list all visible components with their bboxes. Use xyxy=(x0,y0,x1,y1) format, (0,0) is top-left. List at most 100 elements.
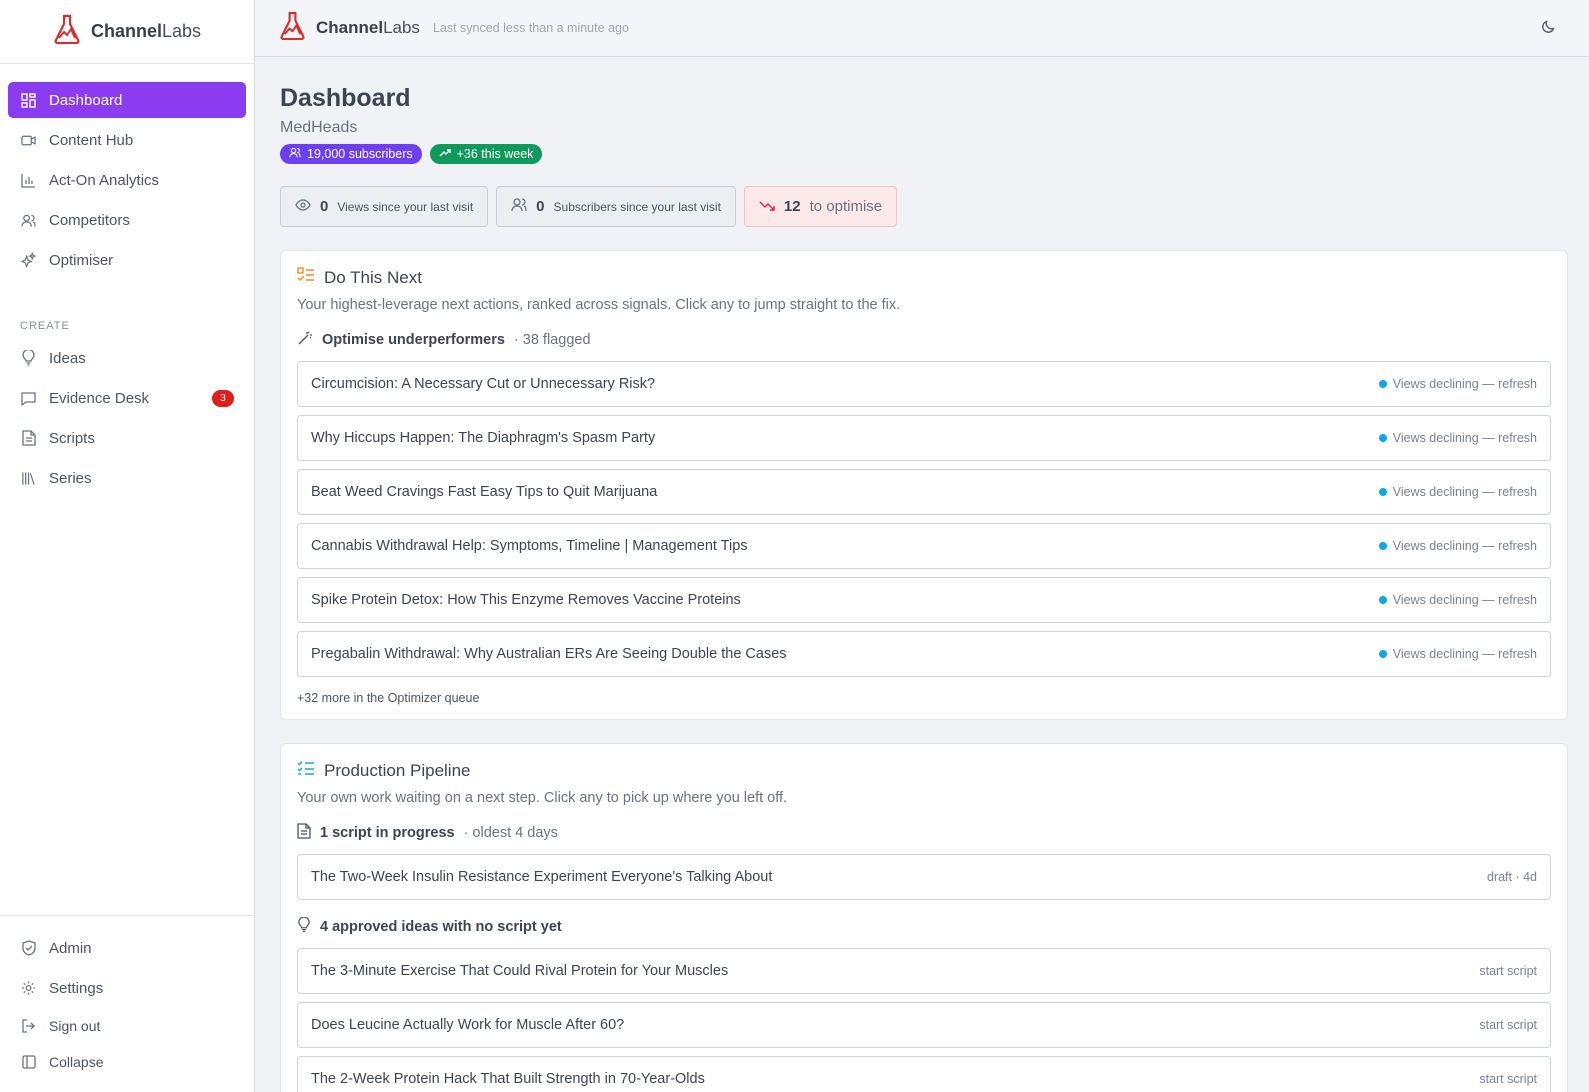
sidebar-item-label: Optimiser xyxy=(49,251,114,269)
production-pipeline-card: Production Pipeline Your own work waitin… xyxy=(280,743,1568,1092)
group-title: 4 approved ideas with no script yet xyxy=(320,919,562,935)
sparkles-icon xyxy=(21,252,36,268)
group-title: Optimise underperformers xyxy=(322,332,505,348)
do-this-next-card: Do This Next Your highest-leverage next … xyxy=(280,250,1568,720)
group-header: Optimise underperformers · 38 flagged xyxy=(297,330,1551,350)
list-item[interactable]: Beat Weed Cravings Fast Easy Tips to Qui… xyxy=(297,469,1551,515)
video-icon xyxy=(21,133,36,148)
status-dot xyxy=(1378,434,1387,442)
theme-toggle-moon-icon[interactable] xyxy=(1541,20,1555,39)
sidebar-item-settings[interactable]: Settings xyxy=(8,970,246,1006)
logo-icon xyxy=(279,11,306,45)
sidebar-item-label: Series xyxy=(49,469,92,487)
list-item[interactable]: Does Leucine Actually Work for Muscle Af… xyxy=(297,1002,1551,1048)
sidebar-item-series[interactable]: Series xyxy=(8,460,246,496)
group-title: 1 script in progress xyxy=(320,825,455,841)
sidebar-item-evidence-desk[interactable]: Evidence Desk 3 xyxy=(8,380,246,416)
status-dot xyxy=(1378,380,1387,388)
sidebar-item-label: Evidence Desk xyxy=(49,389,150,407)
file-text-icon xyxy=(297,823,311,843)
group-header: 4 approved ideas with no script yet xyxy=(297,916,1551,937)
topbar: ChannelLabs Last synced less than a minu… xyxy=(255,0,1589,57)
optimise-stat[interactable]: 12 to optimise xyxy=(743,186,898,227)
list-item[interactable]: Pregabalin Withdrawal: Why Australian ER… xyxy=(297,631,1551,677)
users-icon xyxy=(21,213,36,228)
script-list: The Two-Week Insulin Resistance Experime… xyxy=(297,854,1551,900)
card-header: Do This Next xyxy=(297,267,1551,288)
sidebar-item-act-on-analytics[interactable]: Act-On Analytics xyxy=(8,162,246,198)
subscribers-label: Subscribers since your last visit xyxy=(553,199,721,214)
subscribers-stat[interactable]: 0 Subscribers since your last visit xyxy=(496,186,736,227)
card-description: Your highest-leverage next actions, rank… xyxy=(297,297,901,313)
users-icon xyxy=(289,147,301,161)
users-icon xyxy=(511,197,527,217)
library-icon xyxy=(21,471,36,486)
stats-row: 0 Views since your last visit 0 Subscrib… xyxy=(280,186,1568,227)
growth-badge: +36 this week xyxy=(429,144,543,164)
card-header: Production Pipeline xyxy=(297,760,1551,781)
collapse-button[interactable]: Collapse xyxy=(8,1046,246,1078)
sidebar-item-content-hub[interactable]: Content Hub xyxy=(8,122,246,158)
sidebar-item-dashboard[interactable]: Dashboard xyxy=(8,82,246,118)
list-item[interactable]: The Two-Week Insulin Resistance Experime… xyxy=(297,854,1551,900)
bar-chart-icon xyxy=(21,173,36,188)
idea-list: The 3-Minute Exercise That Could Rival P… xyxy=(297,948,1551,1092)
main-content: Dashboard MedHeads 19,000 subscribers +3… xyxy=(280,57,1568,1092)
list-item[interactable]: Cannabis Withdrawal Help: Symptoms, Time… xyxy=(297,523,1551,569)
gear-icon xyxy=(21,981,36,996)
card-description: Your own work waiting on a next step. Cl… xyxy=(297,790,788,806)
sidebar-bottom: Admin Settings Sign out Collapse xyxy=(0,915,254,1092)
sign-out-button[interactable]: Sign out xyxy=(8,1010,246,1042)
sidebar-item-ideas[interactable]: Ideas xyxy=(8,340,246,376)
list-checks-icon xyxy=(297,760,315,781)
sidebar-item-label: Admin xyxy=(49,939,92,957)
sidebar-item-label: Act-On Analytics xyxy=(49,171,160,189)
underperformer-list: Circumcision: A Necessary Cut or Unneces… xyxy=(297,361,1551,677)
dashboard-icon xyxy=(21,92,36,108)
group-meta: · 38 flagged xyxy=(513,332,591,348)
list-item[interactable]: Circumcision: A Necessary Cut or Unneces… xyxy=(297,361,1551,407)
trending-down-icon xyxy=(759,198,775,216)
log-out-icon xyxy=(21,1019,36,1034)
sidebar-item-label: Competitors xyxy=(49,211,130,229)
sidebar-item-label: Scripts xyxy=(49,429,95,447)
optimise-label: to optimise xyxy=(809,198,883,215)
status-dot xyxy=(1378,488,1387,496)
list-item[interactable]: Spike Protein Detox: How This Enzyme Rem… xyxy=(297,577,1551,623)
channel-pills: 19,000 subscribers +36 this week xyxy=(280,144,1568,164)
views-label: Views since your last visit xyxy=(337,199,474,214)
views-stat[interactable]: 0 Views since your last visit xyxy=(280,186,489,227)
sign-out-label: Sign out xyxy=(49,1018,101,1034)
eye-icon xyxy=(295,198,311,216)
nav-section-create: CREATE xyxy=(20,320,70,332)
sidebar-item-label: Dashboard xyxy=(49,91,123,109)
list-item[interactable]: The 3-Minute Exercise That Could Rival P… xyxy=(297,948,1551,994)
sidebar-item-optimiser[interactable]: Optimiser xyxy=(8,242,246,278)
sidebar-item-admin[interactable]: Admin xyxy=(8,930,246,966)
wand-icon xyxy=(297,330,313,350)
subscribers-count: 0 xyxy=(536,198,545,215)
sidebar-brand[interactable]: ChannelLabs xyxy=(0,0,254,64)
group-meta: · oldest 4 days xyxy=(463,825,558,841)
sidebar: ChannelLabs Dashboard Content Hub Act-On… xyxy=(0,0,255,1092)
shield-check-icon xyxy=(21,940,36,956)
trending-up-icon xyxy=(439,147,451,161)
views-count: 0 xyxy=(320,198,329,215)
status-dot xyxy=(1378,596,1387,604)
optimizer-queue-link[interactable]: +32 more in the Optimizer queue xyxy=(297,691,1551,705)
sidebar-item-competitors[interactable]: Competitors xyxy=(8,202,246,238)
list-item[interactable]: Why Hiccups Happen: The Diaphragm's Spas… xyxy=(297,415,1551,461)
group-header: 1 script in progress · oldest 4 days xyxy=(297,823,1551,843)
subscribers-badge: 19,000 subscribers xyxy=(280,144,422,164)
list-item[interactable]: The 2-Week Protein Hack That Built Stren… xyxy=(297,1056,1551,1092)
page-title: Dashboard xyxy=(280,84,411,112)
channel-name: MedHeads xyxy=(280,119,358,136)
sidebar-item-scripts[interactable]: Scripts xyxy=(8,420,246,456)
sidebar-collapse-icon xyxy=(21,1055,36,1070)
sidebar-nav: Dashboard Content Hub Act-On Analytics C… xyxy=(0,64,254,496)
notification-badge: 3 xyxy=(212,390,234,407)
message-icon xyxy=(21,391,36,406)
brand-name: ChannelLabs xyxy=(90,21,202,41)
sync-status: Last synced less than a minute ago xyxy=(432,21,629,35)
logo-icon xyxy=(53,14,81,49)
